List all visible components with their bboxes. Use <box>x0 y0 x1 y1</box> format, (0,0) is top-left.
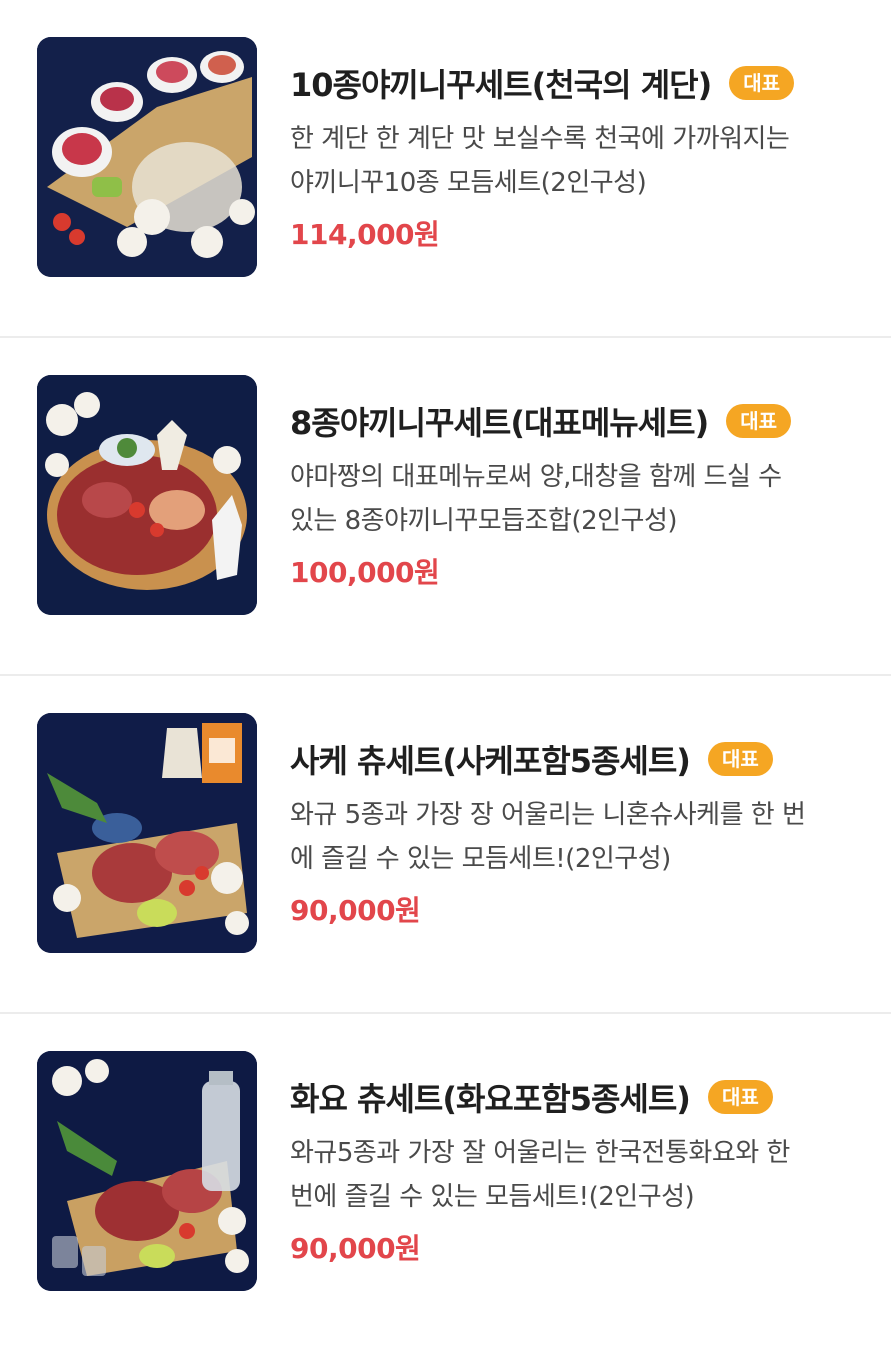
menu-item[interactable]: 10종야끼니꾸세트(천국의 계단) 대표 한 계단 한 계단 맛 보실수록 천국… <box>0 0 891 338</box>
menu-item-image[interactable] <box>37 713 257 953</box>
signature-badge: 대표 <box>726 404 792 438</box>
menu-item-info: 사케 츄세트(사케포함5종세트) 대표 와규 5종과 가장 장 어울리는 니혼슈… <box>290 731 861 929</box>
menu-item[interactable]: 화요 츄세트(화요포함5종세트) 대표 와규5종과 가장 잘 어울리는 한국전통… <box>0 1014 891 1352</box>
menu-item-description: 와규 5종과 가장 장 어울리는 니혼슈사케를 한 번 에 즐길 수 있는 모듬… <box>290 793 861 881</box>
description-line: 에 즐길 수 있는 모듬세트!(2인구성) <box>290 844 671 874</box>
menu-item-price: 90,000원 <box>290 1232 421 1265</box>
menu-item-title: 사케 츄세트(사케포함5종세트) <box>290 742 691 780</box>
signature-badge: 대표 <box>707 1080 773 1114</box>
description-line: 야마짱의 대표메뉴로써 양,대창을 함께 드실 수 <box>290 462 782 492</box>
food-photo-icon <box>37 37 257 277</box>
food-photo-icon <box>37 1051 257 1291</box>
menu-list: 10종야끼니꾸세트(천국의 계단) 대표 한 계단 한 계단 맛 보실수록 천국… <box>0 0 891 1352</box>
description-line: 번에 즐길 수 있는 모듬세트!(2인구성) <box>290 1182 695 1212</box>
description-line: 있는 8종야끼니꾸모듭조합(2인구성) <box>290 506 678 536</box>
signature-badge: 대표 <box>707 742 773 776</box>
menu-item-price: 100,000원 <box>290 556 440 589</box>
menu-item[interactable]: 사케 츄세트(사케포함5종세트) 대표 와규 5종과 가장 장 어울리는 니혼슈… <box>0 676 891 1014</box>
menu-item-title: 10종야끼니꾸세트(천국의 계단) <box>290 66 712 104</box>
description-line: 한 계단 한 계단 맛 보실수록 천국에 가까워지는 <box>290 124 790 154</box>
description-line: 와규 5종과 가장 장 어울리는 니혼슈사케를 한 번 <box>290 800 806 830</box>
menu-item-description: 와규5종과 가장 잘 어울리는 한국전통화요와 한 번에 즐길 수 있는 모듬세… <box>290 1131 861 1219</box>
menu-item-title: 화요 츄세트(화요포함5종세트) <box>290 1080 691 1118</box>
food-photo-icon <box>37 375 257 615</box>
menu-item-price: 90,000원 <box>290 894 421 927</box>
menu-item-title: 8종야끼니꾸세트(대표메뉴세트) <box>290 404 709 442</box>
menu-item-info: 10종야끼니꾸세트(천국의 계단) 대표 한 계단 한 계단 맛 보실수록 천국… <box>290 55 861 253</box>
food-photo-icon <box>37 713 257 953</box>
menu-item-info: 8종야끼니꾸세트(대표메뉴세트) 대표 야마짱의 대표메뉴로써 양,대창을 함께… <box>290 393 861 591</box>
signature-badge: 대표 <box>729 66 795 100</box>
menu-item-description: 야마짱의 대표메뉴로써 양,대창을 함께 드실 수 있는 8종야끼니꾸모듭조합(… <box>290 455 861 543</box>
menu-item-image[interactable] <box>37 1051 257 1291</box>
menu-item-image[interactable] <box>37 375 257 615</box>
description-line: 야끼니꾸10종 모듬세트(2인구성) <box>290 168 647 198</box>
menu-item-info: 화요 츄세트(화요포함5종세트) 대표 와규5종과 가장 잘 어울리는 한국전통… <box>290 1069 861 1267</box>
menu-item-image[interactable] <box>37 37 257 277</box>
menu-item[interactable]: 8종야끼니꾸세트(대표메뉴세트) 대표 야마짱의 대표메뉴로써 양,대창을 함께… <box>0 338 891 676</box>
description-line: 와규5종과 가장 잘 어울리는 한국전통화요와 한 <box>290 1138 790 1168</box>
menu-item-description: 한 계단 한 계단 맛 보실수록 천국에 가까워지는 야끼니꾸10종 모듬세트(… <box>290 117 861 205</box>
menu-item-price: 114,000원 <box>290 218 440 251</box>
